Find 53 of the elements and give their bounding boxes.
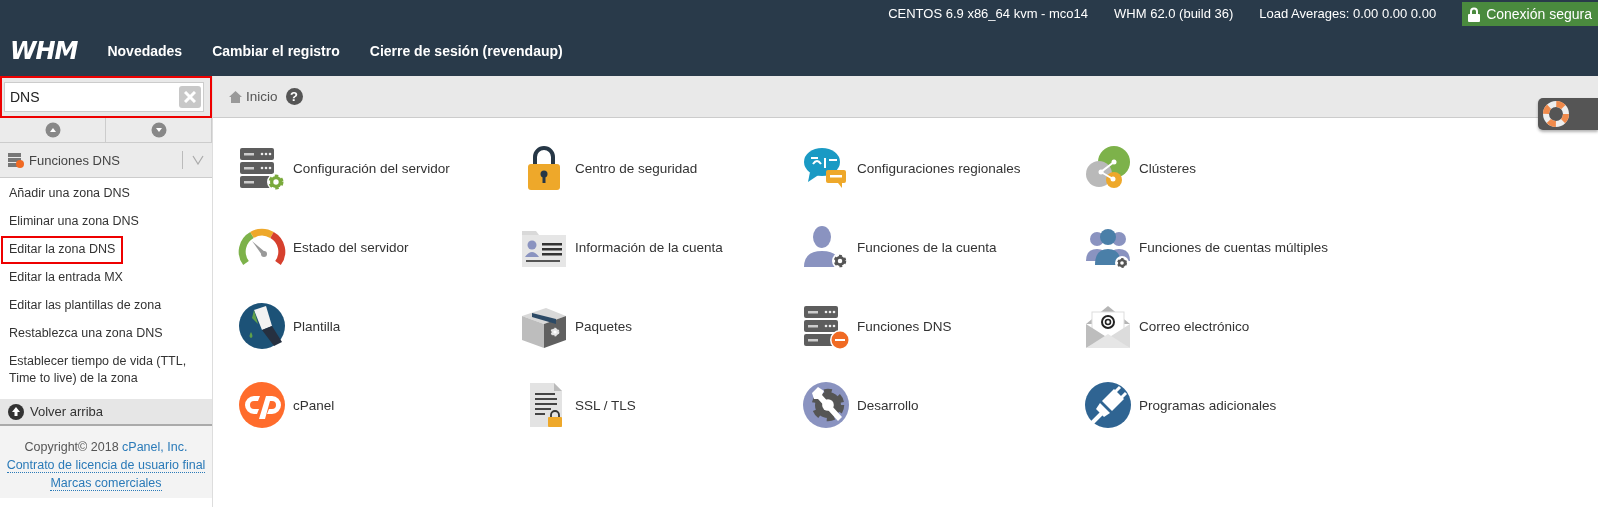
- tool-link[interactable]: SSL / TLS: [520, 381, 636, 429]
- brush-icon: [238, 302, 286, 350]
- sidebar-link[interactable]: Editar las plantillas de zona: [1, 292, 170, 320]
- tool-link[interactable]: Desarrollo: [802, 381, 919, 429]
- search-field[interactable]: DNS: [4, 82, 204, 112]
- tool-link[interactable]: Correo electrónico: [1084, 302, 1250, 350]
- lifebuoy-icon: [1543, 101, 1569, 127]
- sidebar-link[interactable]: Editar la zona DNS: [1, 236, 124, 264]
- sidebar-link[interactable]: Restablezca una zona DNS: [1, 320, 171, 348]
- sidebar-link[interactable]: Establecer tiempo de vida (TTL, Time to live) de la zona: [1, 348, 212, 393]
- tool-link[interactable]: Programas adicionales: [1084, 381, 1277, 429]
- tools-gear-icon: [802, 381, 850, 429]
- close-icon: [184, 91, 196, 103]
- person-gear-icon: [802, 223, 850, 271]
- tool-link[interactable]: cPanel: [238, 381, 335, 429]
- lock-icon: [1468, 6, 1481, 22]
- sidebar-link[interactable]: Añadir una zona DNS: [1, 180, 138, 208]
- clear-search-button[interactable]: [179, 86, 201, 108]
- logo[interactable]: WHM: [10, 37, 78, 65]
- tool-link[interactable]: Funciones de la cuenta: [802, 223, 997, 271]
- tool-link[interactable]: Clústeres: [1084, 144, 1197, 192]
- load-averages: Load Averages: 0.00 0.00 0.00: [1259, 5, 1437, 21]
- tool-link[interactable]: Información de la cuenta: [520, 223, 723, 271]
- tool-link[interactable]: Configuración del servidor: [238, 144, 450, 192]
- footer-link[interactable]: Contrato de licencia de usuario final: [6, 458, 206, 473]
- copyright-text: Copyright© 2018 cPanel, Inc.: [23, 439, 189, 456]
- footer-link[interactable]: Marcas comerciales: [50, 476, 162, 491]
- sidebar-link[interactable]: Editar la entrada MX: [1, 264, 131, 292]
- home-icon: [229, 90, 242, 103]
- tool-link[interactable]: Centro de seguridad: [520, 144, 698, 192]
- tool-link[interactable]: Plantilla: [238, 302, 341, 350]
- back-to-top-button[interactable]: Volver arriba: [0, 399, 212, 426]
- chevron-down-icon: [191, 155, 204, 165]
- tool-link[interactable]: Configuraciones regionales: [802, 144, 1021, 192]
- help-icon[interactable]: ?: [285, 88, 303, 105]
- tool-link[interactable]: Paquetes: [520, 302, 633, 350]
- tool-link[interactable]: Funciones DNS: [802, 302, 952, 350]
- tool-link[interactable]: Estado del servidor: [238, 223, 409, 271]
- server-icon: [8, 152, 24, 168]
- nav-link[interactable]: Cierre de sesión (revendaup): [369, 43, 563, 59]
- plug-icon: [1084, 381, 1132, 429]
- sidebar-link[interactable]: Eliminar una zona DNS: [1, 208, 147, 236]
- support-tab[interactable]: [1538, 98, 1598, 130]
- version-info: WHM 62.0 (build 36): [1114, 5, 1234, 21]
- server-info: CENTOS 6.9 x86_64 kvm - mco14: [888, 5, 1089, 21]
- nav-link[interactable]: Novedades: [107, 43, 183, 59]
- breadcrumb-link[interactable]: Inicio: [246, 89, 278, 104]
- cpanel-logo-icon: [238, 381, 286, 429]
- secure-connection-badge: Conexión segura: [1462, 2, 1598, 26]
- nav-link[interactable]: Cambiar el registro: [212, 43, 340, 59]
- company-link[interactable]: cPanel, Inc.: [122, 440, 188, 454]
- group-title: Funciones DNS: [29, 152, 122, 168]
- tool-link[interactable]: Funciones de cuentas múltiples: [1084, 223, 1329, 271]
